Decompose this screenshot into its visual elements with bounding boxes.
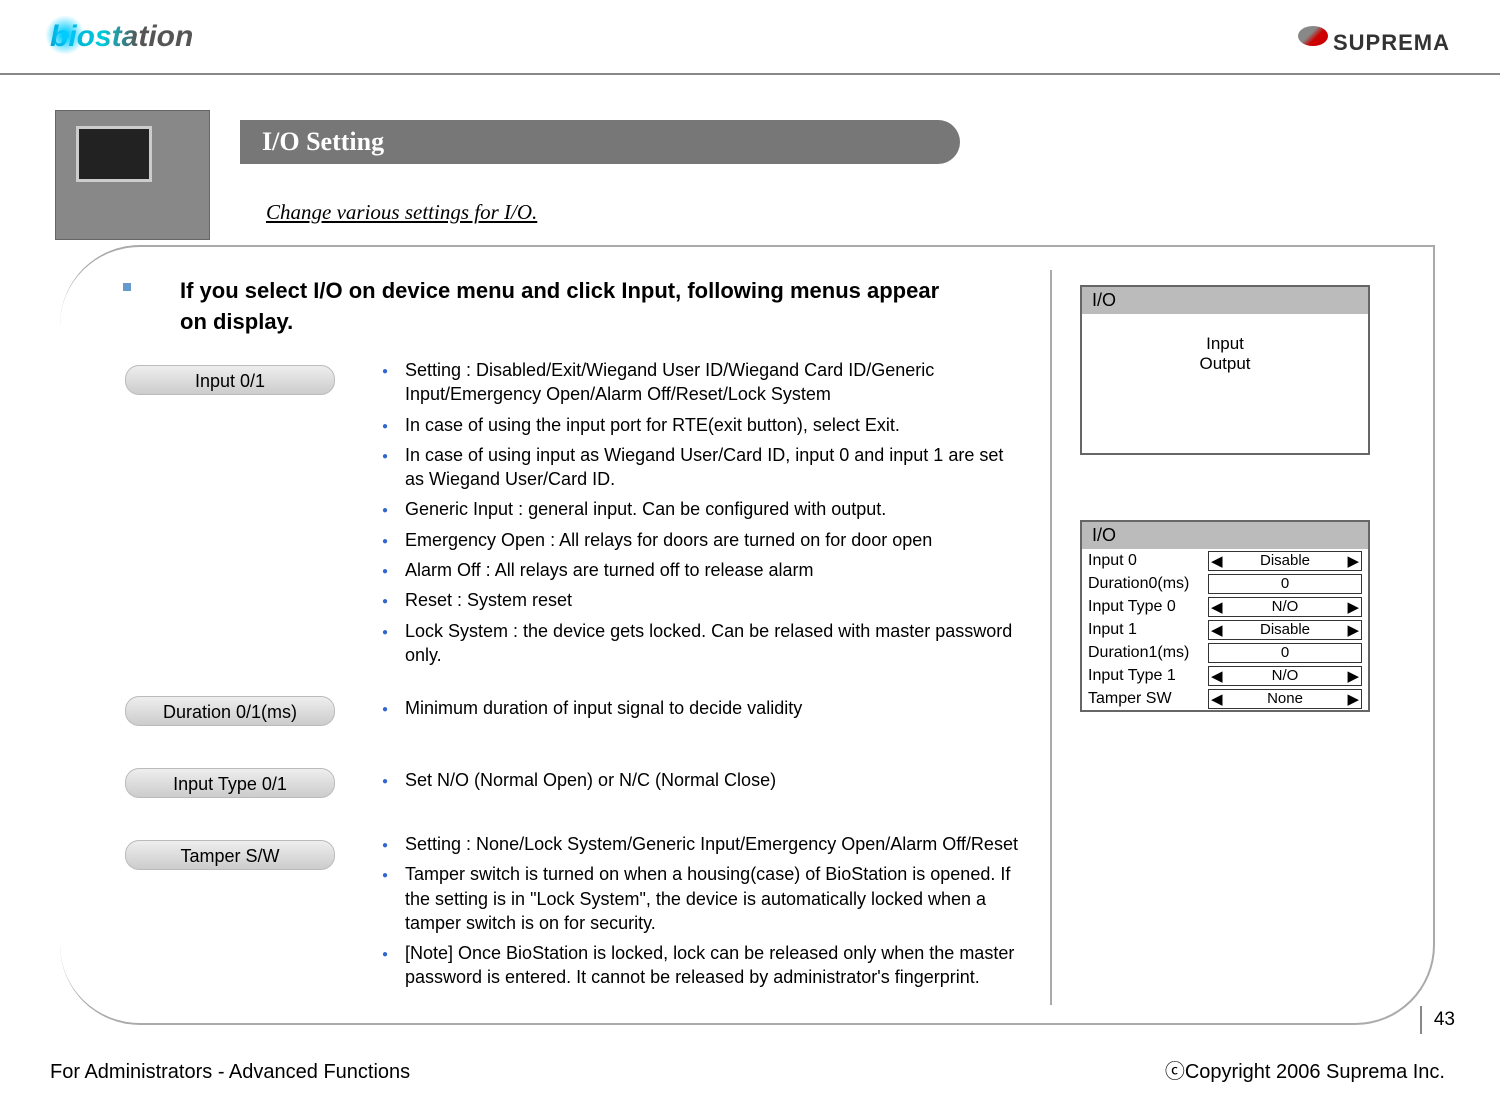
io-row: Duration1(ms)0 (1082, 641, 1368, 664)
biostation-logo: biostation (50, 20, 225, 67)
footer-right: ⓒCopyright 2006 Suprema Inc. (1165, 1055, 1445, 1084)
arrow-left-icon[interactable]: ◀ (1211, 621, 1223, 639)
io-row: Input Type 1◀N/O▶ (1082, 664, 1368, 687)
bullets-group-2: Minimum duration of input signal to deci… (380, 696, 1020, 726)
panel-header: I/O (1082, 287, 1368, 314)
page-title: I/O Setting (240, 120, 960, 164)
io-row-value[interactable]: ◀None▶ (1208, 689, 1362, 709)
io-row-label: Input Type 1 (1088, 667, 1208, 685)
io-row-value[interactable]: ◀Disable▶ (1208, 551, 1362, 571)
pill-tamper: Tamper S/W (125, 840, 335, 870)
panel-body: Input Output (1082, 314, 1368, 394)
vertical-divider (1050, 270, 1052, 1005)
bullets-group-4: Setting : None/Lock System/Generic Input… (380, 832, 1020, 996)
list-item: Lock System : the device gets locked. Ca… (380, 619, 1020, 668)
io-row: Input 1◀Disable▶ (1082, 618, 1368, 641)
list-item: Minimum duration of input signal to deci… (380, 696, 1020, 720)
io-row-value[interactable]: 0 (1208, 643, 1362, 663)
page-number: 43 (1420, 1006, 1455, 1034)
suprema-logo: SUPREMA (1298, 30, 1450, 56)
list-item: Tamper switch is turned on when a housin… (380, 862, 1020, 935)
panel-header: I/O (1082, 522, 1368, 549)
panel-io-menu: I/O Input Output (1080, 285, 1370, 455)
pill-input-type: Input Type 0/1 (125, 768, 335, 798)
io-row-label: Duration0(ms) (1088, 575, 1208, 593)
arrow-right-icon[interactable]: ▶ (1347, 552, 1359, 570)
list-item: Setting : None/Lock System/Generic Input… (380, 832, 1020, 856)
list-item: Set N/O (Normal Open) or N/C (Normal Clo… (380, 768, 1020, 792)
io-row-label: Tamper SW (1088, 690, 1208, 708)
list-item: [Note] Once BioStation is locked, lock c… (380, 941, 1020, 990)
io-row-label: Input Type 0 (1088, 598, 1208, 616)
list-item: Reset : System reset (380, 588, 1020, 612)
intro-text: If you select I/O on device menu and cli… (180, 276, 940, 338)
io-row: Tamper SW◀None▶ (1082, 687, 1368, 710)
header-bar: biostation SUPREMA (0, 15, 1500, 75)
arrow-right-icon[interactable]: ▶ (1347, 621, 1359, 639)
panel-io-settings: I/O Input 0◀Disable▶Duration0(ms)0Input … (1080, 520, 1370, 712)
io-row-value[interactable]: 0 (1208, 574, 1362, 594)
device-image (55, 110, 210, 240)
arrow-right-icon[interactable]: ▶ (1347, 598, 1359, 616)
arrow-right-icon[interactable]: ▶ (1347, 690, 1359, 708)
list-item: In case of using input as Wiegand User/C… (380, 443, 1020, 492)
list-item: Emergency Open : All relays for doors ar… (380, 528, 1020, 552)
io-row: Input 0◀Disable▶ (1082, 549, 1368, 572)
io-row: Input Type 0◀N/O▶ (1082, 595, 1368, 618)
pill-duration: Duration 0/1(ms) (125, 696, 335, 726)
list-item: In case of using the input port for RTE(… (380, 413, 1020, 437)
list-item: Setting : Disabled/Exit/Wiegand User ID/… (380, 358, 1020, 407)
panel-rows: Input 0◀Disable▶Duration0(ms)0Input Type… (1082, 549, 1368, 710)
arrow-left-icon[interactable]: ◀ (1211, 598, 1223, 616)
menu-item-output: Output (1102, 354, 1348, 374)
pill-input-01: Input 0/1 (125, 365, 335, 395)
arrow-left-icon[interactable]: ◀ (1211, 667, 1223, 685)
io-row-value[interactable]: ◀N/O▶ (1208, 666, 1362, 686)
io-row: Duration0(ms)0 (1082, 572, 1368, 595)
list-item: Alarm Off : All relays are turned off to… (380, 558, 1020, 582)
io-row-value[interactable]: ◀Disable▶ (1208, 620, 1362, 640)
bullets-group-1: Setting : Disabled/Exit/Wiegand User ID/… (380, 358, 1020, 673)
arrow-right-icon[interactable]: ▶ (1347, 667, 1359, 685)
io-row-label: Input 1 (1088, 621, 1208, 639)
intro-bullet-icon (123, 283, 131, 291)
bullets-group-3: Set N/O (Normal Open) or N/C (Normal Clo… (380, 768, 1020, 798)
list-item: Generic Input : general input. Can be co… (380, 497, 1020, 521)
footer-left: For Administrators - Advanced Functions (50, 1061, 410, 1084)
io-row-label: Input 0 (1088, 552, 1208, 570)
io-row-label: Duration1(ms) (1088, 644, 1208, 662)
page-subtitle: Change various settings for I/O. (266, 200, 537, 225)
arrow-left-icon[interactable]: ◀ (1211, 690, 1223, 708)
arrow-left-icon[interactable]: ◀ (1211, 552, 1223, 570)
io-row-value[interactable]: ◀N/O▶ (1208, 597, 1362, 617)
menu-item-input: Input (1102, 334, 1348, 354)
